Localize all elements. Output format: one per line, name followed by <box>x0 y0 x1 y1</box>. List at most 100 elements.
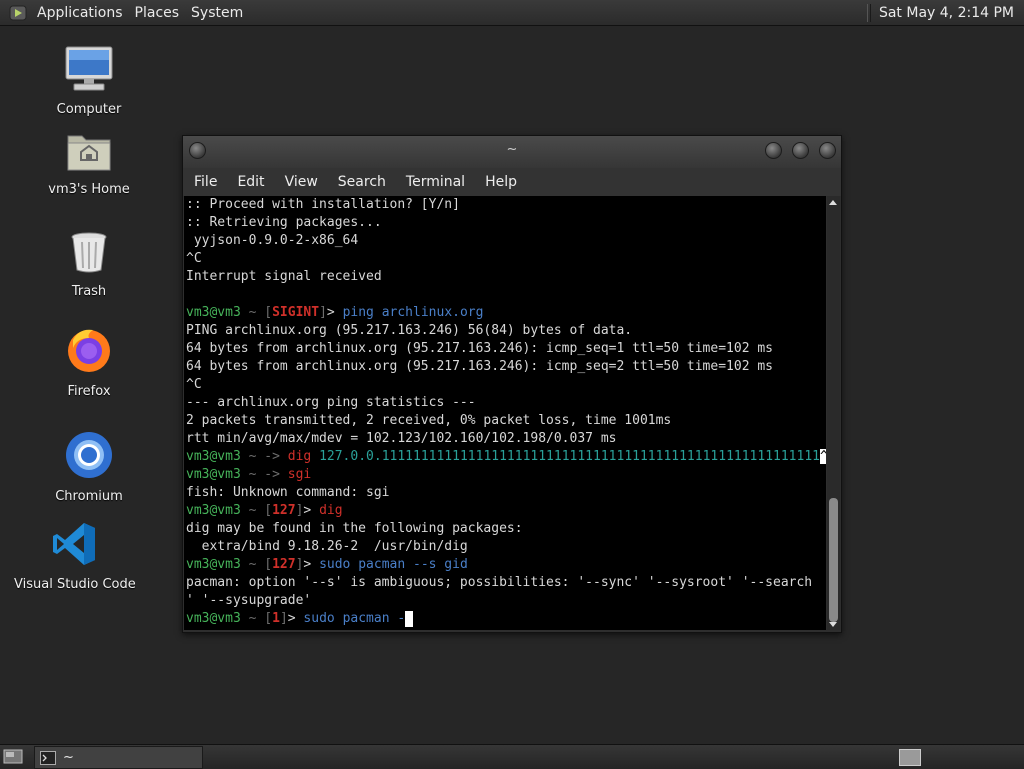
output-line: PING archlinux.org (95.217.163.246) 56(8… <box>186 323 633 338</box>
firefox-icon <box>58 326 120 378</box>
show-desktop-icon[interactable] <box>3 749 23 769</box>
scroll-down-icon[interactable] <box>829 622 837 627</box>
window-titlebar[interactable]: ~ <box>183 136 841 168</box>
prompt-arrow: -> <box>264 449 280 464</box>
prompt-arrow: -> <box>264 467 280 482</box>
computer-icon <box>50 46 128 96</box>
desktop-icon-label: Firefox <box>67 384 111 399</box>
prompt-line: vm3@vm3 ~ -> sgi <box>184 466 826 484</box>
workspace-switcher[interactable] <box>899 749 921 766</box>
prompt-argument: pacman --s gid <box>358 557 468 572</box>
home-folder-icon <box>42 130 136 176</box>
trash-icon <box>58 230 120 278</box>
prompt-status: 1 <box>272 611 280 626</box>
prompt-bracket-close: ] <box>279 611 288 626</box>
applications-menu-icon[interactable] <box>9 4 27 22</box>
prompt-bracket-open: [ <box>264 503 273 518</box>
terminal-icon <box>40 750 56 765</box>
text-cursor <box>405 610 414 627</box>
terminal-output[interactable]: :: Proceed with installation? [Y/n] :: R… <box>184 196 826 630</box>
menu-places[interactable]: Places <box>131 5 188 21</box>
prompt-dir: ~ <box>248 449 257 464</box>
scrollbar-thumb[interactable] <box>829 498 838 622</box>
taskbar-terminal-button[interactable]: ~ <box>34 746 203 769</box>
clock[interactable]: Sat May 4, 2:14 PM <box>879 5 1024 21</box>
menu-file[interactable]: File <box>183 174 226 190</box>
prompt-bracket-close: ] <box>319 305 327 320</box>
clock-area: Sat May 4, 2:14 PM <box>866 0 1024 25</box>
prompt-gt: > <box>303 503 312 518</box>
output-line: yyjson-0.9.0-2-x86_64 <box>186 233 359 248</box>
prompt-status: 127 <box>272 503 296 518</box>
output-line: --- archlinux.org ping statistics --- <box>186 395 476 410</box>
prompt-status: SIGINT <box>272 305 320 320</box>
prompt-command: dig <box>287 449 312 464</box>
terminal-menubar: File Edit View Search Terminal Help <box>183 168 841 196</box>
desktop-icon-vscode[interactable]: Visual Studio Code <box>14 521 136 592</box>
desktop-icon-home[interactable]: vm3's Home <box>42 130 136 197</box>
output-line: dig may be found in the following packag… <box>186 521 523 536</box>
menu-help[interactable]: Help <box>474 174 526 190</box>
desktop-icon-label: Visual Studio Code <box>14 577 136 592</box>
prompt-gt: > <box>326 305 335 320</box>
ctrl-c-marker: ^C <box>819 449 826 464</box>
top-panel: Applications Places System Sat May 4, 2:… <box>0 0 1024 26</box>
prompt-gt: > <box>303 557 312 572</box>
terminal-scrollbar[interactable] <box>827 196 840 630</box>
prompt-line: vm3@vm3 ~ [SIGINT]> ping archlinux.org <box>184 304 826 322</box>
prompt-line: vm3@vm3 ~ [1]> sudo pacman - <box>184 610 826 628</box>
prompt-command: dig <box>319 503 343 518</box>
prompt-argument: archlinux.org <box>381 305 484 320</box>
bottom-panel: ~ <box>0 744 1024 769</box>
output-line: :: Retrieving packages... <box>186 215 382 230</box>
prompt-dir: ~ <box>248 611 257 626</box>
prompt-line: vm3@vm3 ~ [127]> dig <box>184 502 826 520</box>
output-line: extra/bind 9.18.26-2 /usr/bin/dig <box>186 539 468 554</box>
prompt-status: 127 <box>272 557 296 572</box>
desktop-icon-chromium[interactable]: Chromium <box>38 431 140 504</box>
output-line: Interrupt signal received <box>186 269 382 284</box>
desktop-icon-label: Trash <box>71 284 107 299</box>
desktop-icon-firefox[interactable]: Firefox <box>58 326 120 399</box>
desktop-icon-computer[interactable]: Computer <box>50 46 128 117</box>
desktop-icon-label: Chromium <box>55 489 123 504</box>
desktop-icon-label: vm3's Home <box>48 182 130 197</box>
prompt-argument: pacman - <box>342 611 406 626</box>
maximize-icon[interactable] <box>792 142 809 159</box>
prompt-command: sudo <box>303 611 335 626</box>
menu-terminal[interactable]: Terminal <box>395 174 474 190</box>
prompt-line: vm3@vm3 ~ [127]> sudo pacman --s gid <box>184 556 826 574</box>
prompt-dir: ~ <box>248 467 257 482</box>
vscode-icon <box>14 521 134 571</box>
output-line: 64 bytes from archlinux.org (95.217.163.… <box>186 341 773 356</box>
prompt-dir: ~ <box>248 503 257 518</box>
desktop-icon-label: Computer <box>56 102 122 117</box>
menu-system[interactable]: System <box>187 5 251 21</box>
prompt-dir: ~ <box>248 557 257 572</box>
prompt-gt: > <box>287 611 296 626</box>
window-title: ~ <box>506 142 518 157</box>
taskbar-button-label: ~ <box>63 750 74 765</box>
prompt-bracket-open: [ <box>264 557 273 572</box>
prompt-bracket-open: [ <box>264 611 273 626</box>
menu-edit[interactable]: Edit <box>226 174 273 190</box>
menu-applications[interactable]: Applications <box>33 5 131 21</box>
output-line: ' '--sysupgrade' <box>186 593 312 608</box>
desktop-icon-trash[interactable]: Trash <box>58 230 120 299</box>
prompt-bracket-open: [ <box>264 305 273 320</box>
close-icon[interactable] <box>819 142 836 159</box>
prompt-command: sudo <box>319 557 351 572</box>
output-line: pacman: option '--s' is ambiguous; possi… <box>186 575 813 590</box>
output-line: rtt min/avg/max/mdev = 102.123/102.160/1… <box>186 431 617 446</box>
terminal-window: ~ File Edit View Search Terminal Help ::… <box>182 135 842 633</box>
prompt-user: vm3@vm3 <box>186 557 241 572</box>
prompt-user: vm3@vm3 <box>186 611 241 626</box>
menu-search[interactable]: Search <box>327 174 395 190</box>
menu-view[interactable]: View <box>274 174 327 190</box>
minimize-icon[interactable] <box>765 142 782 159</box>
chromium-icon <box>38 431 140 483</box>
prompt-dir: ~ <box>248 305 257 320</box>
scroll-up-icon[interactable] <box>829 200 837 205</box>
prompt-argument: 127.0.0.11111111111111111111111111111111… <box>319 449 820 464</box>
